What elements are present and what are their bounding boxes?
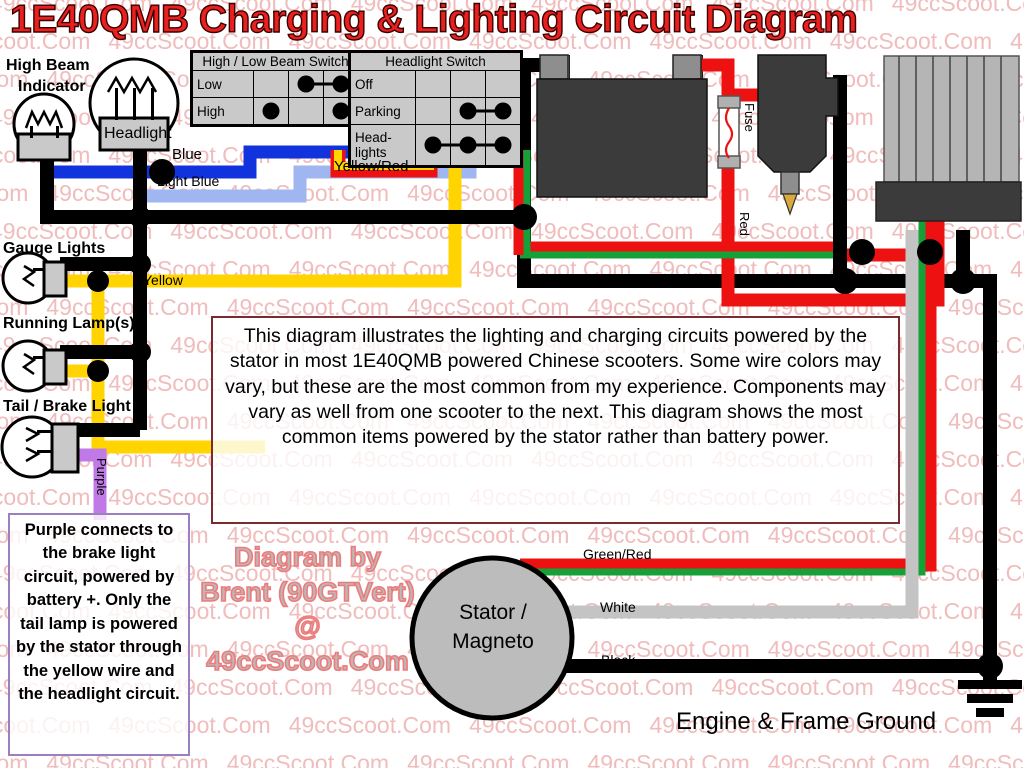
switch-contact-dot	[332, 102, 350, 120]
stator-label-1: Stator /	[459, 601, 527, 624]
high-low-beam-switch-title: High / Low Beam Switch	[192, 52, 359, 71]
wire-label-light-blue: Light Blue	[157, 173, 220, 189]
high-beam-indicator-label-2: Indicator	[18, 78, 86, 95]
wire-label-blue: Blue	[172, 146, 203, 163]
headlight-switch-table: Headlight Switch Off Parking Head-lights	[350, 52, 521, 166]
high-low-beam-switch-contact-cell[interactable]	[253, 70, 289, 98]
headlight-label: Headlight	[104, 125, 172, 142]
headlight-switch-contact-cell[interactable]	[415, 97, 451, 125]
switch-bridge-bar	[307, 82, 341, 86]
signature-block: Diagram by Brent (90GTVert) @ 49ccScoot.…	[195, 540, 420, 678]
fuse-component	[717, 95, 741, 169]
wire-label-yellow-red: Yellow/Red	[334, 158, 409, 175]
rectifier-component	[875, 55, 1022, 222]
headlight-switch-position-label: Parking	[350, 97, 416, 125]
signature-line-2: Brent (90GTVert)	[199, 576, 415, 608]
high-beam-indicator-label-1: High Beam	[6, 57, 90, 74]
wire-label-white: White	[600, 599, 636, 615]
headlight-switch-contact-cell[interactable]	[485, 70, 521, 98]
purple-note-box: Purple connects to the brake light circu…	[8, 513, 190, 756]
tail-brake-light-label: Tail / Brake Light	[3, 398, 131, 415]
auto-enricher-component	[757, 54, 839, 216]
signature-line-1: Diagram by	[233, 541, 382, 573]
running-lamps-label: Running Lamp(s)	[3, 315, 135, 332]
high-low-beam-switch-table: High / Low Beam Switch Low High	[192, 52, 359, 125]
signature-line-3: @	[294, 610, 322, 642]
headlight-switch-position-label: Off	[350, 70, 416, 98]
switch-bridge-bar	[469, 109, 503, 113]
headlight-switch-row[interactable]: Off	[350, 70, 521, 98]
stator-label-2: Magneto	[452, 630, 534, 653]
switch-bridge-bar	[434, 143, 468, 147]
headlight-switch-contact-cell[interactable]	[450, 70, 486, 98]
headlight-switch-contact-cell[interactable]	[415, 70, 451, 98]
tail-brake-light-bulb	[0, 415, 80, 479]
description-box: This diagram illustrates the lighting an…	[211, 316, 900, 524]
high-low-beam-switch-position-label: Low	[192, 70, 254, 98]
wire-label-green-red: Green/Red	[583, 546, 652, 562]
ground-label: Engine & Frame Ground	[676, 708, 937, 735]
headlight-switch-row[interactable]: Parking	[350, 97, 521, 125]
battery-component	[536, 54, 708, 198]
running-lamps-bulb	[1, 339, 68, 393]
headlight-switch-title: Headlight Switch	[350, 52, 521, 71]
wire-label-yellow: Yellow	[143, 272, 183, 288]
headlight-switch-contact-cell[interactable]	[469, 97, 521, 125]
high-low-beam-switch-contact-cell[interactable]	[288, 97, 324, 125]
wire-label-purple: Purple	[94, 458, 109, 496]
gauge-lights-bulb	[1, 251, 68, 305]
diagram-canvas: 49ccScoot.Com 49ccScoot.Com 49ccScoot.Com 4…	[0, 0, 1024, 768]
wire-label-red: Red	[737, 212, 752, 236]
headlight-switch-contact-cell[interactable]	[469, 124, 521, 166]
switch-contact-dot	[262, 102, 280, 120]
fuse-label: Fuse	[742, 103, 757, 132]
gauge-lights-label: Gauge Lights	[3, 240, 106, 257]
high-beam-indicator-bulb	[12, 92, 76, 162]
high-low-beam-switch[interactable]: High / Low Beam Switch Low High	[190, 50, 361, 127]
signature-line-4: 49ccScoot.Com	[205, 645, 409, 677]
high-low-beam-switch-row[interactable]: Low	[192, 70, 359, 98]
switch-bridge-bar	[469, 143, 503, 147]
headlight-switch[interactable]: Headlight Switch Off Parking Head-lights	[348, 50, 523, 168]
high-low-beam-switch-position-label: High	[192, 97, 254, 125]
high-low-beam-switch-contact-cell[interactable]	[253, 97, 289, 125]
page-title: 1E40QMB Charging & Lighting Circuit Diag…	[9, 0, 858, 42]
wire-label-black: Black	[601, 652, 636, 668]
high-low-beam-switch-row[interactable]: High	[192, 97, 359, 125]
